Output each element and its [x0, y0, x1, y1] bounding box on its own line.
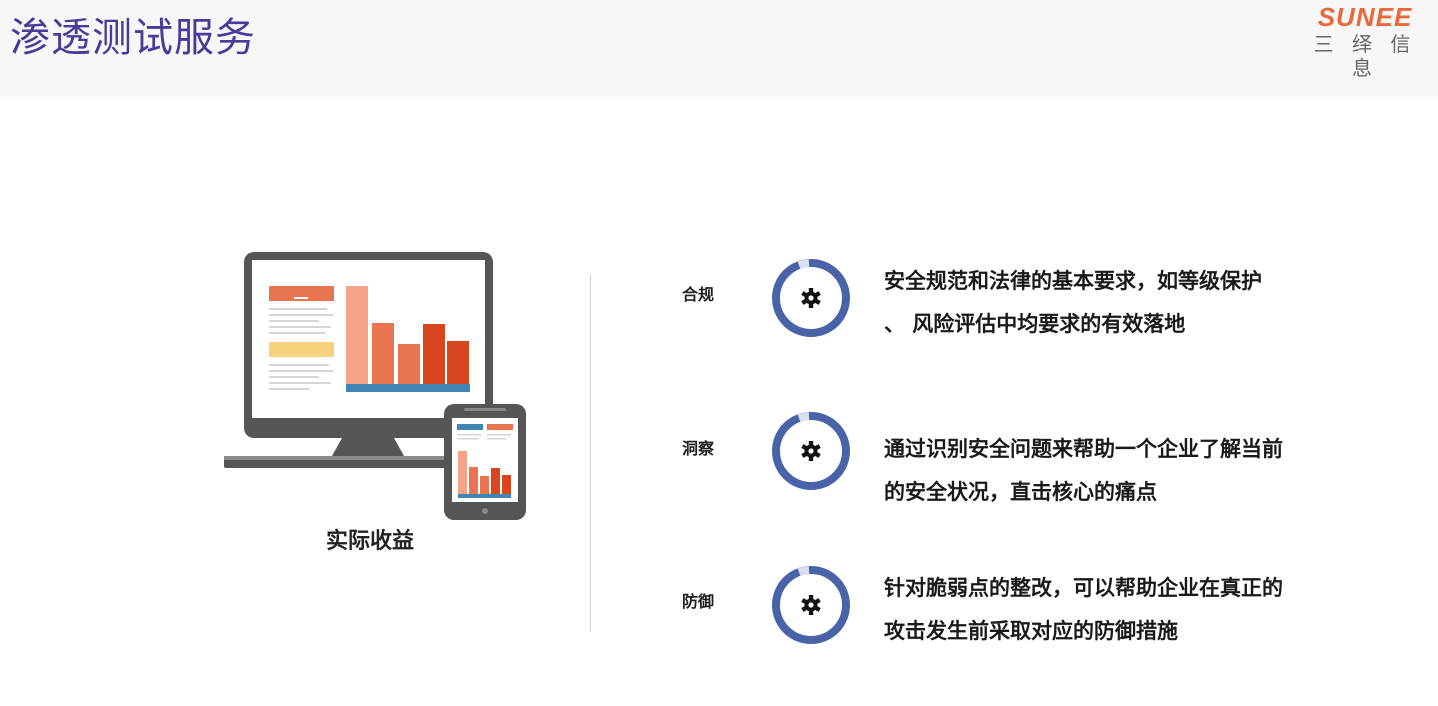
item-desc-insight: 通过识别安全问题来帮助一个企业了解当前 的安全状况，直击核心的痛点	[884, 434, 1329, 507]
ring-defense	[771, 565, 851, 645]
desc-line: 安全规范和法律的基本要求，如等级保护	[884, 268, 1262, 293]
desc-line: 、 风险评估中均要求的有效落地	[884, 311, 1186, 336]
item-label-insight: 洞察	[681, 439, 714, 458]
ring-insight	[771, 411, 851, 491]
item-desc-compliance: 安全规范和法律的基本要求，如等级保护 、 风险评估中均要求的有效落地	[884, 266, 1329, 339]
desc-line: 通过识别安全问题来帮助一个企业了解当前	[884, 436, 1283, 461]
logo-subtitle: 三 绎 信 息	[1313, 32, 1417, 80]
desc-line: 的安全状况，直击核心的痛点	[884, 479, 1157, 504]
benefit-caption: 实际收益	[325, 528, 414, 554]
tablet-icon	[444, 404, 526, 520]
ring-compliance	[771, 258, 851, 338]
item-label-defense: 防御	[681, 592, 714, 611]
page-title: 渗透测试服务	[10, 15, 256, 61]
gear-icon	[801, 595, 821, 615]
divider-line	[590, 274, 591, 632]
desc-line: 攻击发生前采取对应的防御措施	[884, 618, 1178, 643]
desc-line: 针对脆弱点的整改，可以帮助企业在真正的	[884, 575, 1283, 600]
devices-illustration	[224, 252, 534, 524]
item-label-compliance: 合规	[681, 285, 714, 304]
gear-icon	[801, 288, 821, 308]
company-logo: SUNEE 三 绎 信 息	[1300, 2, 1430, 80]
item-desc-defense: 针对脆弱点的整改，可以帮助企业在真正的 攻击发生前采取对应的防御措施	[884, 573, 1329, 646]
logo-mark: SUNEE	[1317, 2, 1413, 32]
gear-icon	[801, 441, 821, 461]
header-bar: 渗透测试服务 SUNEE 三 绎 信 息	[0, 0, 1438, 97]
